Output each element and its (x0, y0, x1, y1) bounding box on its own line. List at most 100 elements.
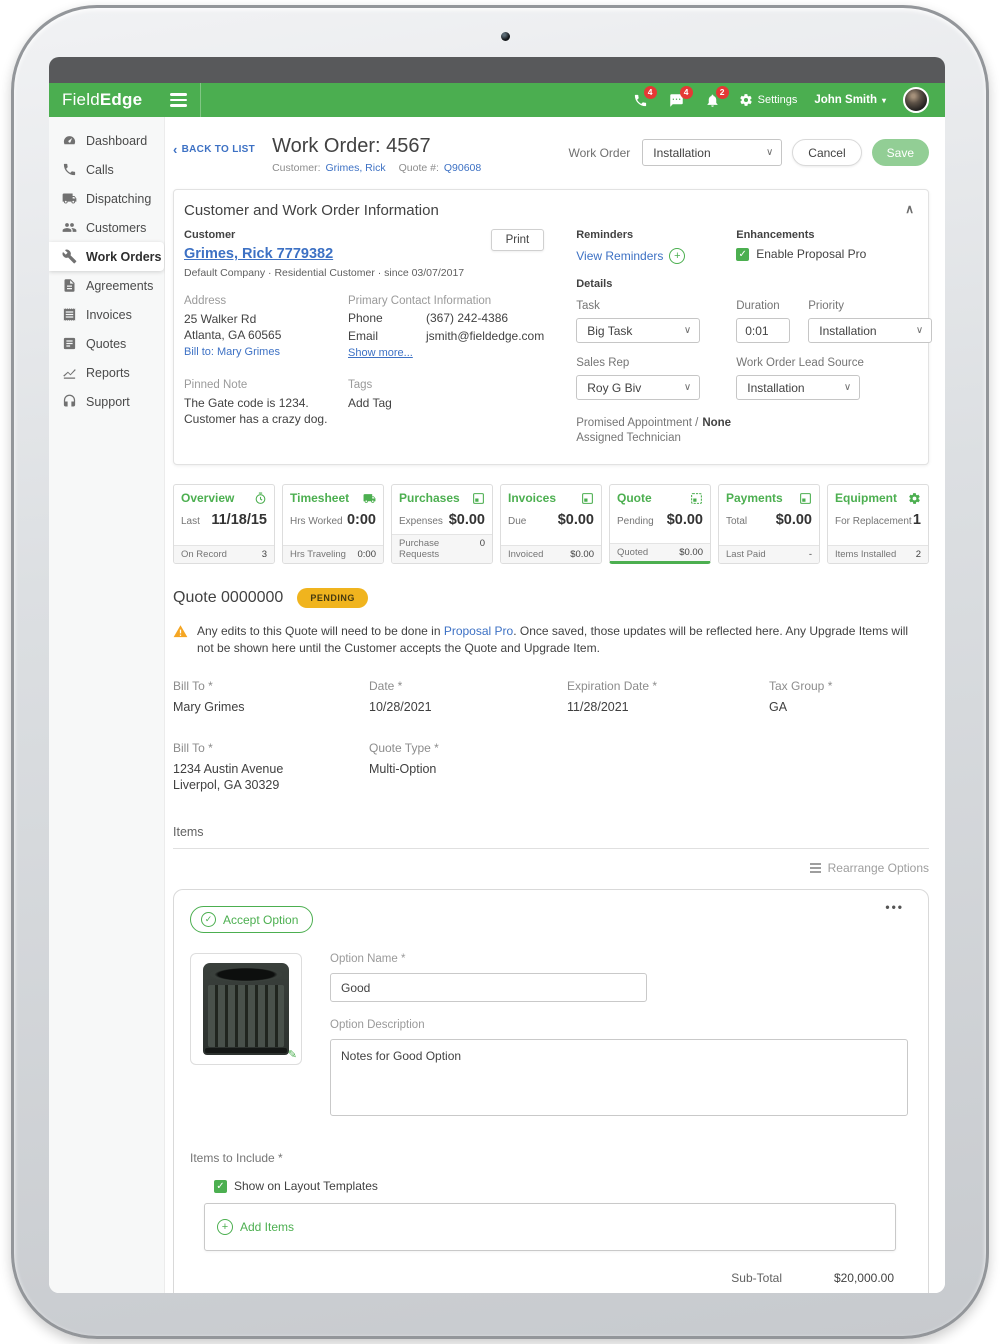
payments-icon (799, 492, 812, 505)
show-more-link[interactable]: Show more... (348, 347, 413, 359)
sales-rep-select[interactable]: Roy G Biv ∨ (576, 375, 700, 400)
gear-icon (908, 492, 921, 505)
gear-icon (739, 93, 753, 107)
option-product-image[interactable]: ✎ (190, 953, 302, 1065)
quote-number-link[interactable]: Q90608 (444, 162, 481, 174)
cancel-button[interactable]: Cancel (792, 139, 861, 166)
settings-button[interactable]: Settings (739, 93, 798, 107)
tags-block: Tags Add Tag (348, 379, 544, 427)
divider (173, 848, 929, 849)
rearrange-options-button[interactable]: Rearrange Options (173, 861, 929, 875)
task-select[interactable]: Big Task ∨ (576, 318, 700, 343)
show-layout-label: Show on Layout Templates (234, 1179, 378, 1193)
phone-notifications-button[interactable]: 4 (631, 91, 650, 110)
back-to-list-link[interactable]: ‹ BACK TO LIST (173, 144, 255, 155)
invoice-icon (62, 307, 77, 322)
enable-proposal-pro-checkbox[interactable]: ✓ (736, 248, 749, 261)
invoices-card[interactable]: Invoices Due$0.00 Invoiced$0.00 (500, 484, 602, 564)
chevron-down-icon: ∨ (684, 325, 691, 336)
equipment-card[interactable]: Equipment For Replacement1 Items Install… (827, 484, 929, 564)
payments-card[interactable]: Payments Total$0.00 Last Paid- (718, 484, 820, 564)
sidebar-item-agreements[interactable]: Agreements (49, 271, 164, 300)
field-date: Date * 10/28/2021 (369, 679, 567, 715)
view-reminders-link[interactable]: View Reminders (576, 249, 663, 263)
customer-link[interactable]: Grimes, Rick (326, 162, 386, 174)
work-order-type-select[interactable]: Installation ∨ (642, 139, 782, 166)
sidebar-item-label: Customers (86, 221, 146, 235)
option-name-input[interactable] (330, 973, 647, 1002)
sidebar-item-calls[interactable]: Calls (49, 155, 164, 184)
messages-button[interactable]: 4 (667, 91, 686, 110)
sales-rep-value: Roy G Biv (587, 381, 641, 395)
items-to-include-label: Items to Include * (190, 1151, 912, 1165)
print-button[interactable]: Print (491, 229, 545, 251)
purchases-card[interactable]: Purchases Expenses$0.00 Purchase Request… (391, 484, 493, 564)
duration-input[interactable] (736, 318, 790, 343)
quote-fields: Bill To * Mary Grimes Date * 10/28/2021 … (173, 679, 929, 793)
fieldedge-logo: FieldEdge (62, 90, 142, 110)
alerts-badge: 2 (716, 86, 729, 99)
option-description-label: Option Description (330, 1019, 912, 1031)
sidebar: Dashboard Calls Dispatching Customers (49, 117, 165, 1293)
option-description-textarea[interactable]: Notes for Good Option (330, 1039, 908, 1116)
sidebar-item-quotes[interactable]: Quotes (49, 329, 164, 358)
warning-text: Any edits to this Quote will need to be … (197, 624, 444, 638)
logo-field: Field (62, 90, 100, 109)
page-header-left: ‹ BACK TO LIST Work Order: 4567 Customer… (173, 135, 481, 174)
option-menu-button[interactable]: ••• (885, 900, 904, 914)
customer-header: Customer Grimes, Rick 7779382 Default Co… (184, 229, 544, 279)
sidebar-item-support[interactable]: Support (49, 387, 164, 416)
priority-select[interactable]: Installation ∨ (808, 318, 932, 343)
collapse-panel-button[interactable]: ∧ (905, 202, 914, 216)
add-tag-link[interactable]: Add Tag (348, 395, 544, 411)
invoices-icon (581, 492, 594, 505)
add-items-box[interactable]: + Add Items (204, 1203, 896, 1251)
duration-priority-fields: Duration Priority Installation ∨ (736, 300, 932, 343)
accept-option-button[interactable]: ✓ Accept Option (190, 906, 313, 933)
bill-to-link[interactable]: Bill to: Mary Grimes (184, 346, 348, 358)
overview-card[interactable]: Overview Last11/18/15 On Record3 (173, 484, 275, 564)
main-content: ‹ BACK TO LIST Work Order: 4567 Customer… (165, 117, 945, 1293)
save-button[interactable]: Save (872, 139, 929, 166)
show-layout-checkbox[interactable]: ✓ (214, 1180, 227, 1193)
sidebar-item-dashboard[interactable]: Dashboard (49, 126, 164, 155)
contact-block: Primary Contact Information Phone (367) … (348, 295, 544, 361)
pinned-note-block: Pinned Note The Gate code is 1234. Custo… (184, 379, 348, 427)
avatar[interactable] (903, 87, 929, 113)
customer-label: Customer: (272, 162, 320, 174)
sidebar-item-customers[interactable]: Customers (49, 213, 164, 242)
sidebar-item-work-orders[interactable]: Work Orders (49, 242, 164, 271)
work-order-type-value: Installation (653, 146, 710, 160)
lead-source-select[interactable]: Installation ∨ (736, 375, 860, 400)
hamburger-menu-icon[interactable] (170, 93, 187, 106)
customer-name-link[interactable]: Grimes, Rick 7779382 (184, 246, 333, 262)
status-badge: PENDING (297, 588, 368, 608)
sales-rep-label: Sales Rep (576, 357, 718, 369)
sidebar-item-label: Calls (86, 163, 114, 177)
nav-left: FieldEdge (49, 83, 201, 117)
quote-title: Quote 0000000 (173, 589, 283, 607)
enhancements-label: Enhancements (736, 229, 932, 241)
user-name: John Smith (814, 94, 877, 106)
sidebar-item-reports[interactable]: Reports (49, 358, 164, 387)
truck-icon (363, 492, 376, 505)
edit-image-icon[interactable]: ✎ (288, 1048, 297, 1061)
subtotal-row: Sub-Total $20,000.00 (190, 1271, 894, 1285)
promised-label: Promised Appointment / (576, 417, 698, 429)
check-circle-icon: ✓ (201, 912, 216, 927)
timesheet-card[interactable]: Timesheet Hrs Worked0:00 Hrs Traveling0:… (282, 484, 384, 564)
duration-field: Duration (736, 300, 790, 343)
quote-card[interactable]: Quote Pending$0.00 Quoted$0.00 (609, 484, 711, 564)
user-menu[interactable]: John Smith ▾ (814, 94, 886, 106)
panel-right: Reminders View Reminders + Enhancements (576, 229, 932, 446)
headset-icon (62, 394, 77, 409)
alerts-button[interactable]: 2 (703, 91, 722, 110)
add-reminder-icon[interactable]: + (669, 248, 685, 264)
warning-icon (173, 624, 188, 639)
sidebar-item-invoices[interactable]: Invoices (49, 300, 164, 329)
lead-source-field: Work Order Lead Source Installation ∨ (736, 357, 932, 400)
sidebar-item-label: Work Orders (86, 250, 162, 264)
proposal-pro-link[interactable]: Proposal Pro (444, 624, 513, 638)
priority-label: Priority (808, 300, 932, 312)
sidebar-item-dispatching[interactable]: Dispatching (49, 184, 164, 213)
